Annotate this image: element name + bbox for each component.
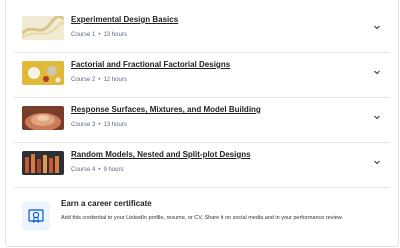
course-meta: Course 2 • 12 hours [71,77,127,83]
course-thumbnail [22,16,64,40]
course-meta: Course 3 • 13 hours [71,122,127,128]
course-thumbnail [22,151,64,175]
course-thumbnail [22,106,64,130]
course-title[interactable]: Factorial and Fractional Factorial Desig… [71,60,230,69]
course-duration: 13 hours [103,122,127,128]
certificate-icon [22,202,50,230]
chevron-down-icon[interactable] [372,112,382,122]
course-duration: 9 hours [103,167,124,173]
course-number: Course 4 [71,167,96,173]
chevron-down-icon[interactable] [372,22,382,32]
course-meta: Course 4 • 9 hours [71,167,124,173]
chevron-down-icon[interactable] [372,157,382,167]
career-certificate-section: Earn a career certificate Add this crede… [14,196,390,242]
course-number: Course 3 [71,122,96,128]
course-number: Course 2 [71,77,96,83]
course-item-3[interactable]: Response Surfaces, Mixtures, and Model B… [14,98,390,143]
course-meta: Course 1 • 13 hours [71,32,127,38]
course-thumbnail [22,61,64,85]
course-item-2[interactable]: Factorial and Fractional Factorial Desig… [14,53,390,98]
course-title[interactable]: Experimental Design Basics [71,15,178,24]
course-item-1[interactable]: Experimental Design Basics Course 1 • 13 h… [14,8,390,53]
course-item-4[interactable]: Random Models, Nested and Split-plot Des… [14,143,390,188]
course-number: Course 1 [71,32,96,38]
chevron-down-icon[interactable] [372,67,382,77]
certificate-description: Add this credential to your LinkedIn pro… [61,215,343,221]
course-duration: 13 hours [103,32,127,38]
course-title[interactable]: Response Surfaces, Mixtures, and Model B… [71,105,261,114]
course-title[interactable]: Random Models, Nested and Split-plot Des… [71,150,251,159]
course-duration: 12 hours [103,77,127,83]
certificate-title: Earn a career certificate [61,199,152,208]
